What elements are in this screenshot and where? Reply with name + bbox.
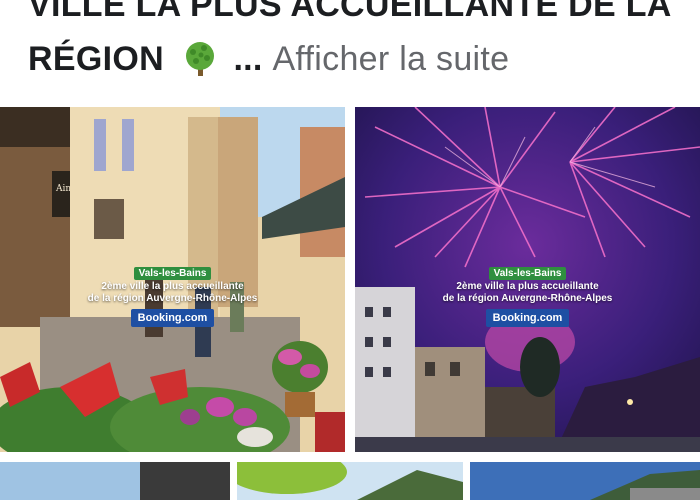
location-tag: Vals-les-Bains <box>133 267 212 280</box>
photo-caption: Vals-les-Bains 2ème ville la plus accuei… <box>425 263 630 327</box>
see-more-link[interactable]: Afficher la suite <box>272 40 509 78</box>
ellipsis: ... <box>233 40 263 78</box>
post-text-line-2: RÉGION ... Afficher la suite <box>28 32 688 86</box>
photo-caption: Vals-les-Bains 2ème ville la plus accuei… <box>70 263 275 327</box>
photo-thumbnail-3[interactable] <box>470 462 700 500</box>
booking-logo: Booking.com <box>130 309 215 327</box>
thumbnail-image <box>237 462 463 500</box>
post-text: VILLE LA PLUS ACCUEILLANTE DE LA RÉGION … <box>28 0 688 86</box>
photo-thumbnail-2[interactable] <box>237 462 463 500</box>
thumbnail-image <box>470 462 700 500</box>
booking-logo: Booking.com <box>485 309 570 327</box>
post-text-region: RÉGION <box>28 40 164 78</box>
post-text-line-1: VILLE LA PLUS ACCUEILLANTE DE LA <box>28 0 672 24</box>
caption-line-2: de la région Auvergne-Rhône-Alpes <box>442 293 613 304</box>
location-tag: Vals-les-Bains <box>488 267 567 280</box>
thumbnail-image <box>0 462 230 500</box>
caption-line-2: de la région Auvergne-Rhône-Alpes <box>87 293 258 304</box>
broccoli-tree-icon <box>185 42 214 77</box>
photo-thumbnail-1[interactable] <box>0 462 230 500</box>
photo-street-market[interactable]: Aimée Vals-les-Bains 2ème <box>0 107 345 452</box>
photo-fireworks[interactable]: Vals-les-Bains 2ème ville la plus accuei… <box>355 107 700 452</box>
caption-line-1: 2ème ville la plus accueillante <box>456 281 599 292</box>
caption-line-1: 2ème ville la plus accueillante <box>101 281 244 292</box>
